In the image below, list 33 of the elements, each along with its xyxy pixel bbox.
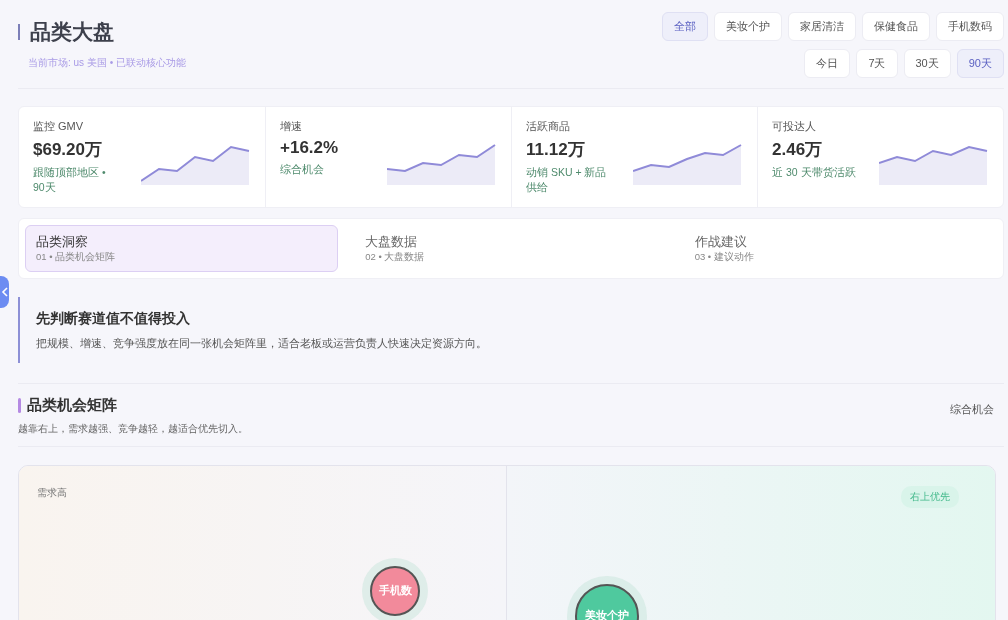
category-chip[interactable]: 手机数码	[936, 12, 1004, 41]
kpi-note: 动销 SKU + 新品供给	[526, 165, 608, 195]
kpi-note: 综合机会	[280, 162, 325, 177]
section-tab[interactable]: 作战建议 03 • 建议动作	[683, 225, 997, 272]
kpi-note: 跟随顶部地区 • 90天	[33, 165, 107, 195]
page-title: 品类大盘	[30, 19, 114, 45]
category-chip[interactable]: 保健食品	[862, 12, 930, 41]
period-chip[interactable]: 7天	[856, 49, 898, 78]
section-tab[interactable]: 品类洞察 01 • 品类机会矩阵	[25, 225, 339, 272]
section-title: 品类机会矩阵	[27, 396, 117, 415]
kpi-label: 监控 GMV	[33, 119, 85, 134]
callout-title: 先判断赛道值不值得投入	[36, 310, 190, 328]
kpi-label: 可投达人	[772, 119, 817, 134]
kpi-value: 2.46万	[772, 139, 824, 161]
mode-label: 综合机会	[950, 402, 994, 417]
kpi-label: 活跃商品	[526, 119, 571, 134]
callout-text: 把规模、增速、竞争强度放在同一张机会矩阵里，适合老板或运营负责人快速决定资源方向。	[36, 336, 488, 351]
kpi-value: +16.2%	[280, 138, 340, 158]
kpi-value: $69.20万	[33, 139, 103, 161]
page-subtitle: 当前市场: us 美国 • 已联动核心功能	[28, 56, 186, 70]
category-chip[interactable]: 全部	[662, 12, 708, 41]
axis-label: 需求高	[37, 486, 67, 500]
period-chip[interactable]: 30天	[903, 49, 951, 78]
kpi-note: 近 30 天带货活跃	[772, 165, 857, 180]
kpi-label: 增速	[280, 119, 303, 134]
category-chip[interactable]: 美妆个护	[714, 12, 782, 41]
category-chip[interactable]: 家居清洁	[788, 12, 856, 41]
period-chip[interactable]: 90天	[956, 49, 1004, 78]
section-tab[interactable]: 大盘数据 02 • 大盘数据	[354, 225, 668, 272]
kpi-value: 11.12万	[526, 139, 586, 161]
section-description: 越靠右上，需求越强、竞争越轻，越适合优先切入。	[18, 422, 248, 436]
priority-badge: 右上优先	[901, 486, 959, 508]
period-chip[interactable]: 今日	[804, 49, 851, 78]
